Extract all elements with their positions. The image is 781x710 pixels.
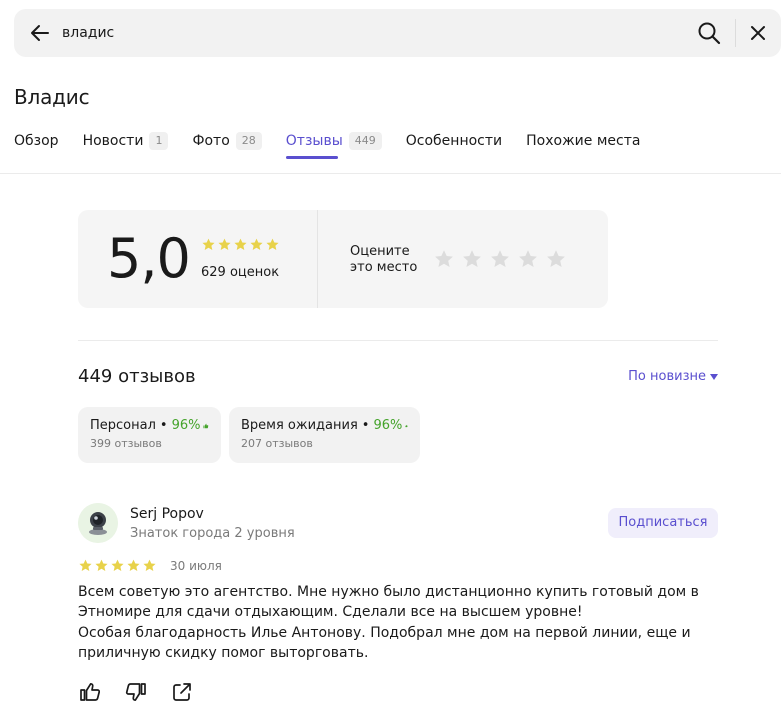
share-icon[interactable] [170, 680, 194, 704]
aspect-name: Персонал [90, 418, 156, 433]
star-filled-icon [202, 238, 215, 250]
review-author-level: Знаток города 2 уровня [130, 526, 295, 541]
tab-features[interactable]: Особенности [406, 128, 502, 160]
tab-label: Обзор [14, 133, 59, 149]
active-tab-indicator [285, 156, 338, 159]
star-filled-icon [266, 238, 279, 250]
thumbs-up-icon [405, 424, 408, 428]
star-filled-icon [79, 559, 92, 571]
rate-star-2-icon[interactable] [461, 248, 483, 270]
rating-stars [201, 237, 280, 252]
aspect-chip-waiting-time[interactable]: Время ожидания • 96% 207 отзывов [229, 407, 420, 463]
review-actions [78, 680, 194, 704]
tab-news[interactable]: Новости 1 [83, 128, 169, 160]
place-title: Владис [14, 85, 90, 109]
rate-star-3-icon[interactable] [489, 248, 511, 270]
aspect-review-count: 207 отзывов [241, 437, 313, 450]
search-divider [735, 19, 736, 47]
aspect-review-count: 399 отзывов [90, 437, 162, 450]
aspect-bullet: • [361, 418, 370, 433]
section-divider [78, 340, 718, 341]
tabs-divider [0, 173, 781, 174]
aspect-chip-staff[interactable]: Персонал • 96% 399 отзывов [78, 407, 221, 463]
star-filled-icon [111, 559, 124, 571]
rate-place-stars [433, 248, 567, 270]
search-icon[interactable] [696, 20, 722, 46]
aspect-bullet: • [159, 418, 168, 433]
tab-similar-places[interactable]: Похожие места [526, 128, 640, 160]
rating-summary-card: 5,0 629 оценок Оцените это место [78, 210, 608, 308]
star-filled-icon [127, 559, 140, 571]
rating-card-divider [317, 210, 318, 308]
sort-label: По новизне [628, 369, 706, 384]
tab-photos[interactable]: Фото 28 [192, 128, 262, 160]
rate-star-4-icon[interactable] [517, 248, 539, 270]
tab-label: Фото [192, 133, 230, 149]
rating-votes-count: 629 оценок [201, 265, 280, 280]
tab-label: Особенности [405, 133, 503, 149]
review-stars [78, 558, 157, 573]
star-filled-icon [218, 238, 231, 250]
reviews-count-heading: 449 отзывов [78, 366, 196, 387]
tab-count-badge: 449 [348, 132, 382, 150]
rate-star-1-icon[interactable] [433, 248, 455, 270]
tab-reviews[interactable]: Отзывы 449 [285, 128, 382, 160]
star-filled-icon [143, 559, 156, 571]
dislike-icon[interactable] [124, 680, 148, 704]
like-icon[interactable] [78, 680, 102, 704]
review-text: Всем советую это агентство. Мне нужно бы… [78, 584, 699, 662]
review-date: 30 июля [170, 559, 222, 573]
tab-label: Похожие места [526, 133, 641, 149]
tab-bar: Обзор Новости 1 Фото 28 Отзывы 449 Особе… [14, 128, 664, 160]
rating-score: 5,0 [107, 227, 191, 290]
tab-count-badge: 1 [149, 132, 169, 150]
rate-place-prompt: Оцените это место [350, 244, 418, 275]
tab-count-badge: 28 [235, 132, 262, 150]
avatar[interactable] [78, 503, 118, 543]
rate-star-5-icon[interactable] [545, 248, 567, 270]
caret-down-icon [710, 374, 718, 380]
tab-label: Новости [82, 133, 144, 149]
review-author-name[interactable]: Serj Popov [130, 504, 204, 524]
aspect-percent: 96% [373, 418, 403, 433]
tab-overview[interactable]: Обзор [14, 128, 59, 160]
star-filled-icon [95, 559, 108, 571]
search-input[interactable] [62, 22, 662, 44]
search-bar [14, 9, 781, 57]
aspect-percent: 96% [171, 418, 201, 433]
star-filled-icon [250, 238, 263, 250]
back-arrow-icon[interactable] [28, 21, 52, 45]
close-icon[interactable] [746, 21, 770, 45]
sort-dropdown[interactable]: По новизне [628, 368, 718, 386]
thumbs-up-icon [203, 423, 209, 429]
subscribe-button[interactable]: Подписаться [608, 508, 718, 538]
tab-label: Отзывы [285, 133, 343, 149]
star-filled-icon [234, 238, 247, 250]
aspect-name: Время ожидания [241, 418, 358, 433]
